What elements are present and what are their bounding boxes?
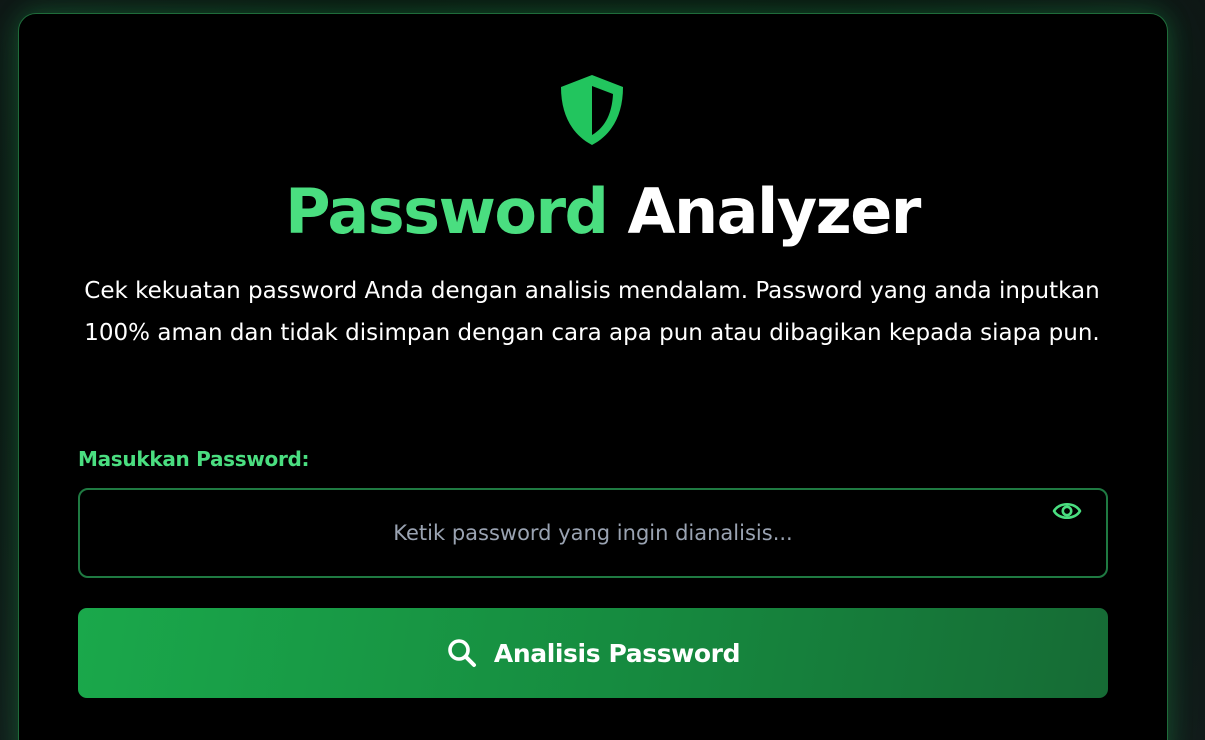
page-description: Cek kekuatan password Anda dengan analis…	[84, 278, 1100, 346]
page-title: Password Analyzer	[0, 172, 1205, 252]
eye-icon[interactable]	[1052, 498, 1082, 524]
password-input[interactable]	[80, 490, 1106, 576]
password-label: Masukkan Password:	[78, 447, 310, 471]
title-accent: Password	[285, 175, 609, 248]
analyze-button-label: Analisis Password	[493, 638, 741, 668]
shield-icon	[561, 75, 623, 145]
analyze-password-button[interactable]: Analisis Password	[78, 608, 1108, 698]
title-plain: Analyzer	[627, 175, 922, 248]
password-field-wrapper	[78, 488, 1108, 578]
search-icon	[448, 639, 476, 667]
